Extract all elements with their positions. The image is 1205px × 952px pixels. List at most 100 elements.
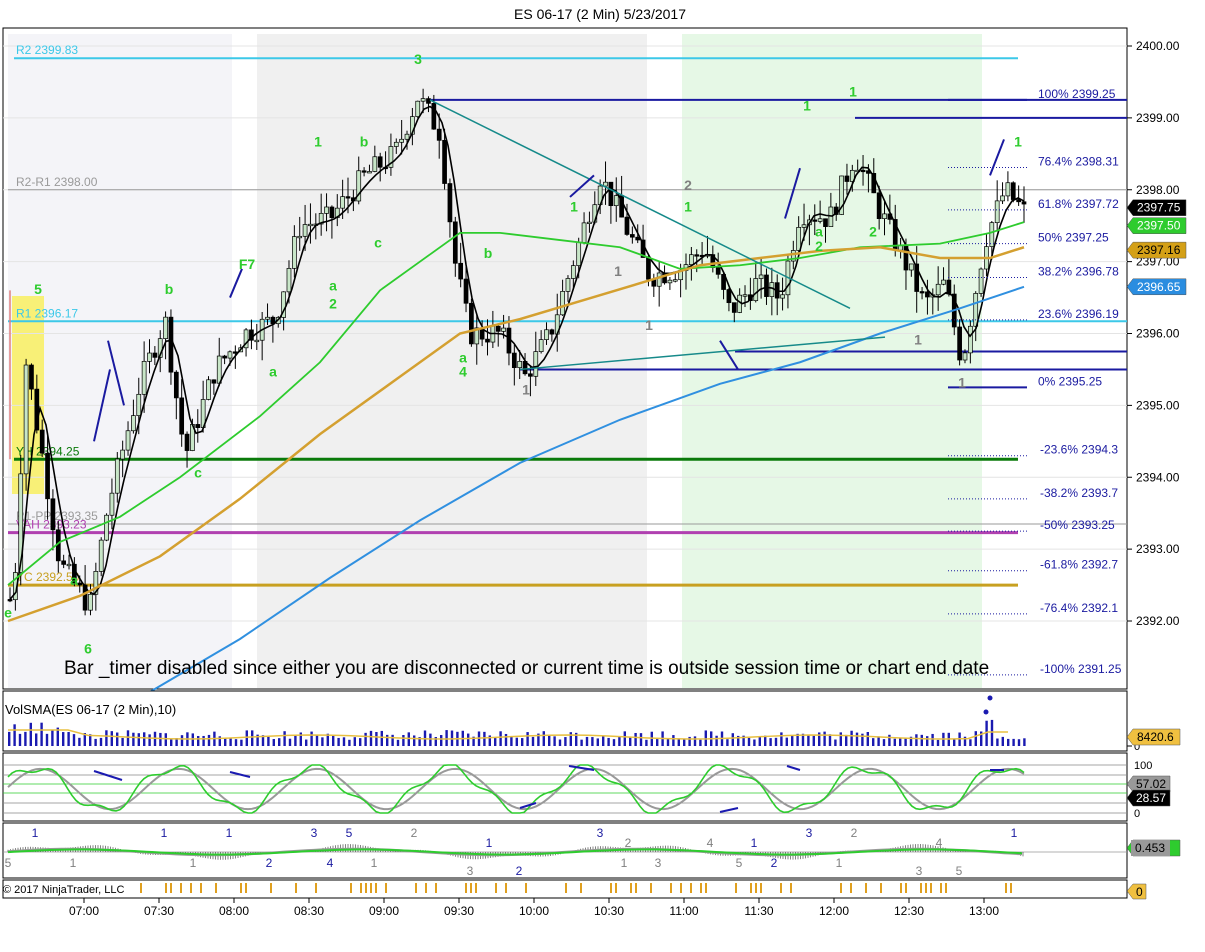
wave-annotation: 1: [570, 198, 578, 214]
price-tick-label: 2393.00: [1136, 542, 1180, 556]
volume-bar: [197, 736, 200, 746]
wave-annotation: 1: [314, 134, 322, 150]
candle-body: [345, 196, 351, 199]
volume-bar: [996, 738, 999, 746]
volume-bar: [278, 738, 281, 746]
candle-body: [581, 222, 587, 243]
wave-annotation: a: [70, 572, 78, 588]
event-marker: [840, 883, 842, 893]
candle-body: [817, 218, 823, 222]
trading-chart[interactable]: ES 06-17 (2 Min) 5/23/2017 R2 2399.83 R2-…: [0, 0, 1205, 952]
event-marker: [635, 883, 637, 893]
wave-count-label: 2: [411, 826, 418, 840]
candle-body: [436, 128, 442, 141]
time-tick-label: 13:00: [969, 904, 999, 918]
volume-bar: [683, 739, 686, 746]
volume-bar: [780, 732, 783, 746]
time-tick-label: 12:30: [894, 904, 924, 918]
volume-bar: [332, 735, 335, 746]
wave-annotation: 6: [84, 640, 92, 656]
candle-body: [629, 234, 635, 238]
fib-level-label: 0% 2395.25: [1038, 374, 1102, 388]
volume-bar: [580, 739, 583, 746]
event-marker: [905, 883, 907, 893]
volume-bar: [855, 732, 859, 746]
volume-bar: [51, 730, 54, 746]
volume-bar: [40, 722, 43, 746]
event-marker: [465, 883, 467, 893]
price-tick-label: 2394.00: [1136, 470, 1180, 484]
wave-count-label: 1: [70, 856, 77, 870]
candle-body: [109, 492, 115, 516]
volume-bar: [753, 739, 756, 746]
candle-body: [324, 206, 329, 214]
price-axis: 2400.002399.002398.002397.002396.002395.…: [1126, 39, 1187, 628]
volume-spike-dot: [983, 709, 989, 715]
candle-body: [426, 98, 431, 104]
fib-level-label: -100% 2391.25: [1040, 662, 1122, 676]
wave-count-label: 1: [751, 836, 758, 850]
candle-body: [50, 498, 56, 531]
volume-bar: [234, 739, 238, 746]
candle-body: [184, 433, 190, 451]
event-marker: [880, 883, 882, 893]
candle-body: [667, 279, 673, 284]
volume-bar: [531, 736, 535, 746]
candle-body: [565, 278, 571, 292]
candle-body: [517, 360, 523, 369]
candle-body: [860, 169, 866, 173]
candle-body: [957, 326, 962, 361]
candle-body: [452, 221, 458, 264]
event-marker: [360, 883, 362, 893]
event-marker: [670, 883, 672, 893]
volume-bar: [504, 733, 508, 746]
event-marker: [1010, 883, 1012, 893]
volume-bar: [170, 739, 173, 746]
pivot-level-label: R2 2399.83: [16, 43, 78, 57]
candle-body: [286, 268, 292, 293]
candle-body: [431, 103, 437, 130]
wave-annotation: F7: [239, 256, 256, 272]
candle-body: [694, 254, 700, 257]
event-marker: [525, 883, 527, 893]
event-marker: [385, 883, 387, 893]
candle-body: [415, 100, 421, 117]
event-marker: [180, 883, 182, 893]
volume-bar: [348, 739, 351, 746]
price-tick-label: 2398.00: [1136, 183, 1180, 197]
wave-annotation: b: [484, 245, 493, 261]
wave-count-label: 3: [467, 864, 474, 878]
volume-bar: [564, 737, 567, 746]
volume-bar: [812, 735, 815, 746]
price-tag-label: 2397.16: [1137, 243, 1181, 257]
fib-level-label: -76.4% 2392.1: [1040, 601, 1118, 615]
wave-count-label: 5: [956, 864, 963, 878]
volume-bar: [159, 732, 162, 746]
volume-bar: [990, 719, 994, 746]
volume-bar: [693, 736, 697, 746]
candle-body: [120, 449, 126, 460]
volume-bar: [899, 737, 902, 746]
fib-level-label: 76.4% 2398.31: [1038, 154, 1119, 168]
fib-level-label: 100% 2399.25: [1038, 87, 1116, 101]
price-tick-label: 2400.00: [1136, 39, 1180, 53]
candle-body: [646, 257, 651, 280]
volume-bar: [467, 733, 470, 746]
candle-body: [125, 430, 131, 451]
candle-body: [45, 452, 50, 500]
event-marker: [565, 883, 567, 893]
candle-body: [753, 278, 759, 302]
candle-body: [367, 171, 372, 174]
volume-bar: [337, 737, 340, 746]
event-marker: [610, 883, 612, 893]
candle-body: [136, 393, 142, 416]
event-marker: [735, 883, 737, 893]
candle-body: [265, 316, 270, 320]
wave-count-label: 1: [190, 856, 197, 870]
candle-body: [967, 325, 973, 354]
candle-body: [66, 563, 72, 567]
volume-bar: [515, 737, 518, 746]
event-marker: [755, 883, 757, 893]
time-tick-label: 08:00: [219, 904, 249, 918]
wave-count-label: 1: [161, 826, 168, 840]
